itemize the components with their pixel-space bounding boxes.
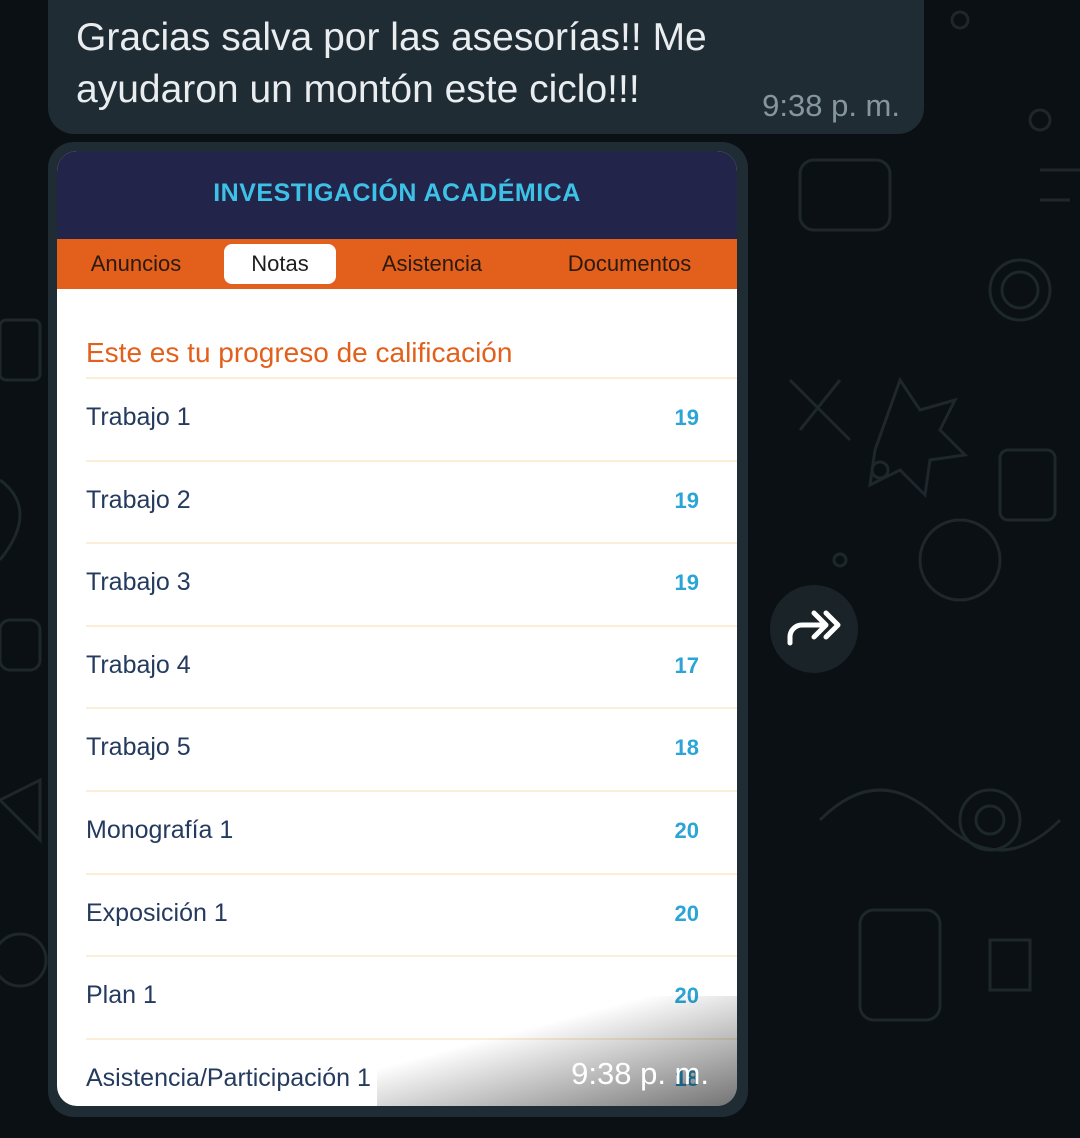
grade-label: Trabajo 4: [86, 650, 191, 679]
text-message-bubble[interactable]: Gracias salva por las asesorías!! Me ayu…: [48, 0, 924, 134]
grade-label: Trabajo 2: [86, 485, 191, 514]
grade-row: Trabajo 3 19: [86, 542, 737, 625]
grade-row: Exposición 1 20: [86, 872, 737, 956]
grade-row: Trabajo 2 19: [86, 459, 737, 543]
grade-label: Exposición 1: [86, 898, 228, 927]
image-message-bubble[interactable]: INVESTIGACIÓN ACADÉMICA Anuncios Notas A…: [48, 142, 748, 1117]
app-header: INVESTIGACIÓN ACADÉMICA: [57, 151, 737, 239]
grade-value: 19: [674, 487, 699, 513]
image-timestamp: 9:38 p. m.: [571, 1056, 709, 1091]
grade-value: 19: [674, 570, 699, 596]
grade-value: 19: [674, 405, 699, 430]
section-title: Este es tu progreso de calificación: [86, 337, 513, 368]
message-text: Gracias salva por las asesorías!! Me ayu…: [76, 16, 707, 111]
forward-icon: [787, 610, 841, 646]
grade-label: Plan 1: [86, 981, 157, 1010]
tab-bar: Anuncios Notas Asistencia Documentos: [57, 239, 737, 289]
forward-button[interactable]: [770, 585, 858, 673]
grade-value: 20: [674, 983, 699, 1009]
tab-anuncios[interactable]: Anuncios: [71, 244, 201, 284]
grade-row: Plan 1 20: [86, 955, 737, 1038]
grade-value: 20: [674, 817, 699, 843]
grade-label: Trabajo 1: [86, 403, 191, 431]
grade-label: Asistencia/Participación 1: [86, 1063, 371, 1092]
grade-list: Trabajo 1 19 Trabajo 2 19 Trabajo 3 19 Trabajo…: [86, 377, 737, 1106]
grade-row: Monografía 1 20: [86, 789, 737, 873]
tab-documentos[interactable]: Documentos: [547, 244, 712, 284]
grade-row: Trabajo 5 18: [86, 707, 737, 790]
grade-label: Trabajo 3: [86, 568, 191, 597]
tab-notas[interactable]: Notas: [224, 244, 336, 284]
grade-row: Trabajo 1 19: [86, 377, 737, 460]
message-timestamp: 9:38 p. m.: [762, 88, 900, 123]
grade-value: 17: [674, 652, 699, 678]
tab-asistencia[interactable]: Asistencia: [362, 244, 502, 284]
grade-label: Monografía 1: [86, 815, 234, 844]
grade-label: Trabajo 5: [86, 733, 191, 762]
grade-value: 20: [674, 900, 699, 926]
course-title: INVESTIGACIÓN ACADÉMICA: [213, 179, 581, 207]
shared-screenshot[interactable]: INVESTIGACIÓN ACADÉMICA Anuncios Notas A…: [57, 151, 737, 1106]
grade-value: 18: [674, 735, 699, 761]
grade-row: Trabajo 4 17: [86, 624, 737, 708]
